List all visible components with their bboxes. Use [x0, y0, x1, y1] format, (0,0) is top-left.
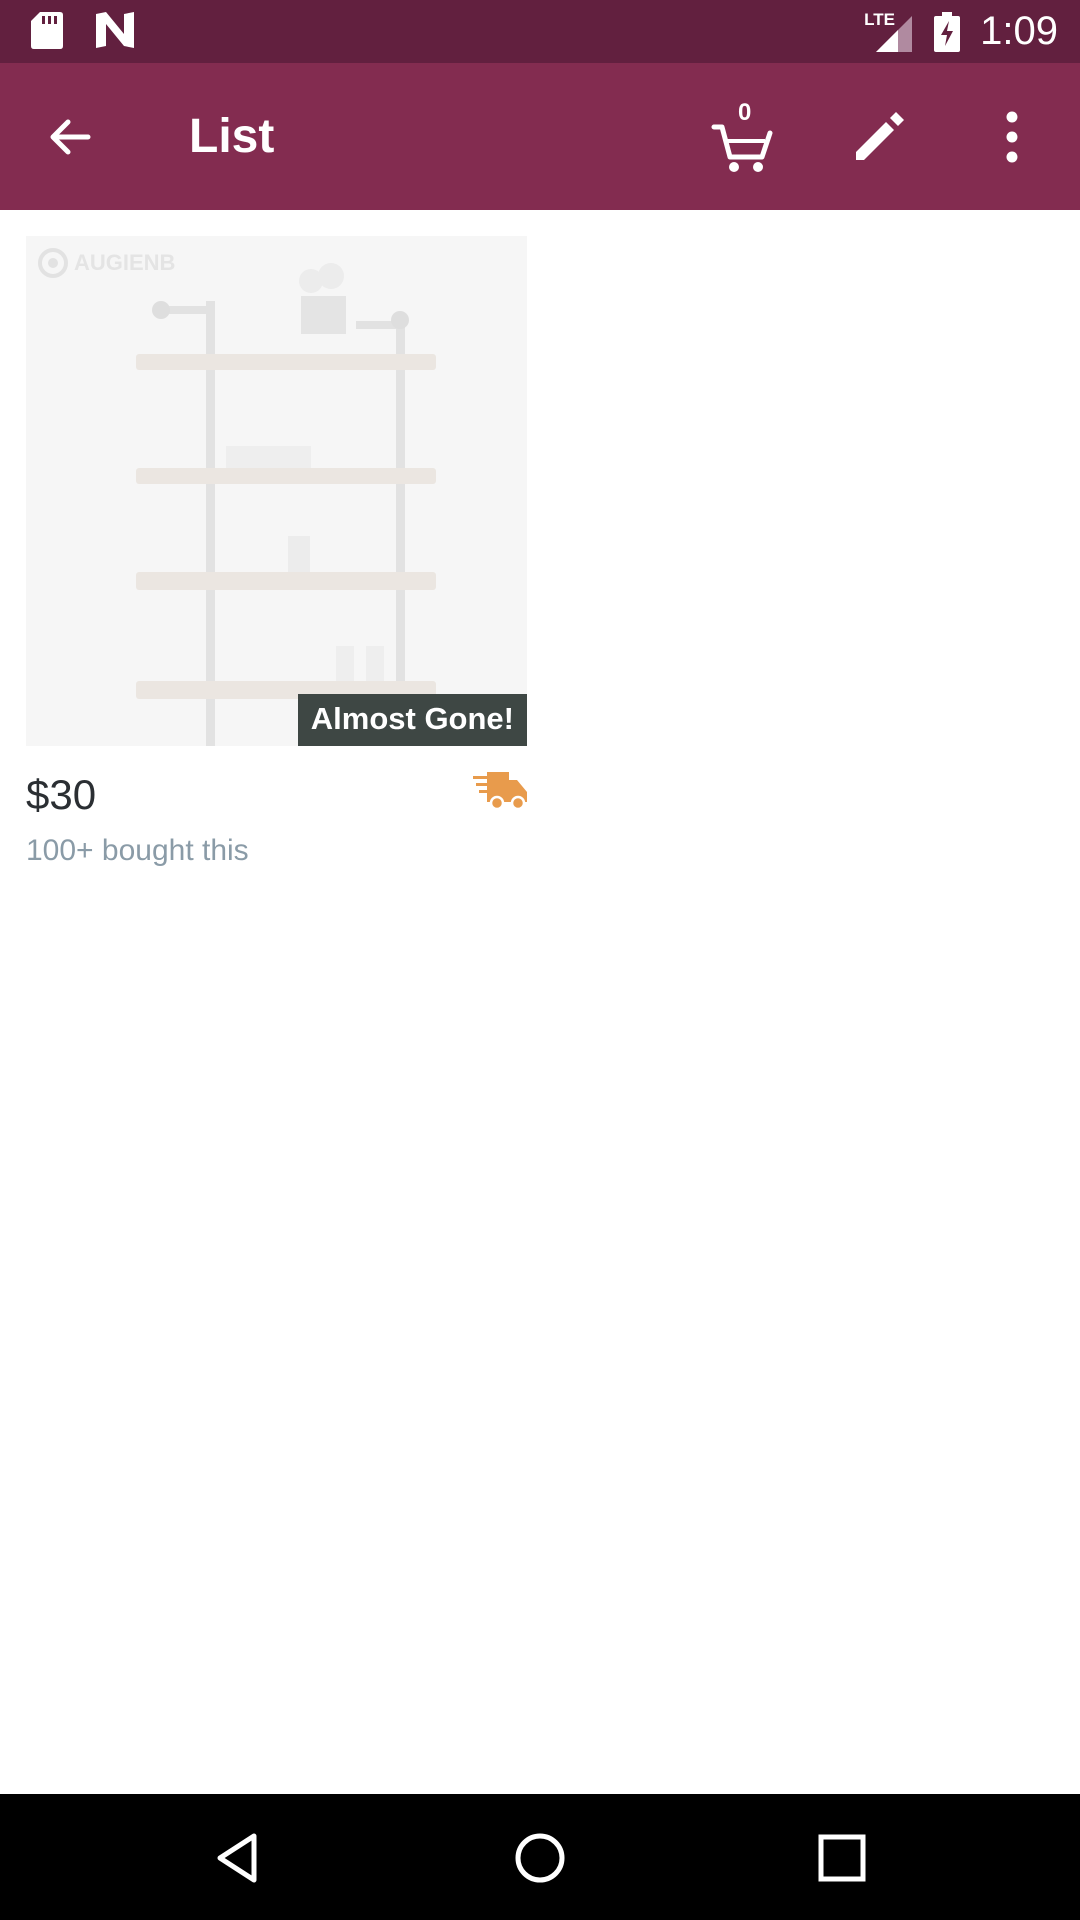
battery-charging-icon: [934, 11, 961, 52]
pencil-icon: [856, 112, 904, 160]
status-time: 1:09: [980, 9, 1058, 53]
status-left: [30, 10, 136, 50]
fast-shipping-truck-icon: [473, 772, 527, 810]
back-arrow-icon: [50, 119, 91, 155]
more-options-button[interactable]: [1000, 107, 1024, 167]
page-title: List: [189, 110, 275, 163]
nav-recents-icon: [818, 1834, 866, 1882]
nav-back-button[interactable]: [210, 1830, 266, 1886]
edit-button[interactable]: [852, 108, 908, 164]
more-vert-icon: [1006, 111, 1018, 163]
sd-card-icon: [31, 12, 63, 49]
app-bar: List 0: [0, 63, 1080, 210]
back-button[interactable]: [40, 107, 100, 167]
shelf-illustration: [136, 263, 436, 746]
product-price: $30: [26, 771, 97, 818]
cart-count-badge: 0: [738, 99, 752, 126]
nav-home-icon: [515, 1833, 565, 1883]
cart-button[interactable]: 0: [710, 99, 776, 175]
nav-back-icon: [217, 1833, 257, 1883]
nav-recents-button[interactable]: [814, 1830, 870, 1886]
product-image[interactable]: AUGIENB Almost Gone!: [26, 236, 527, 746]
n-logo-icon: [96, 12, 134, 48]
status-right: LTE 1:09: [864, 0, 1058, 63]
product-card[interactable]: AUGIENB Almost Gone! $30 100+ bought thi…: [26, 236, 527, 876]
system-nav-bar: [0, 1794, 1080, 1920]
signal-icon: LTE: [864, 10, 914, 54]
bought-count: 100+ bought this: [26, 834, 249, 867]
almost-gone-badge: Almost Gone!: [297, 694, 527, 746]
status-bar: LTE 1:09: [0, 0, 1080, 63]
nav-home-button[interactable]: [512, 1830, 568, 1886]
